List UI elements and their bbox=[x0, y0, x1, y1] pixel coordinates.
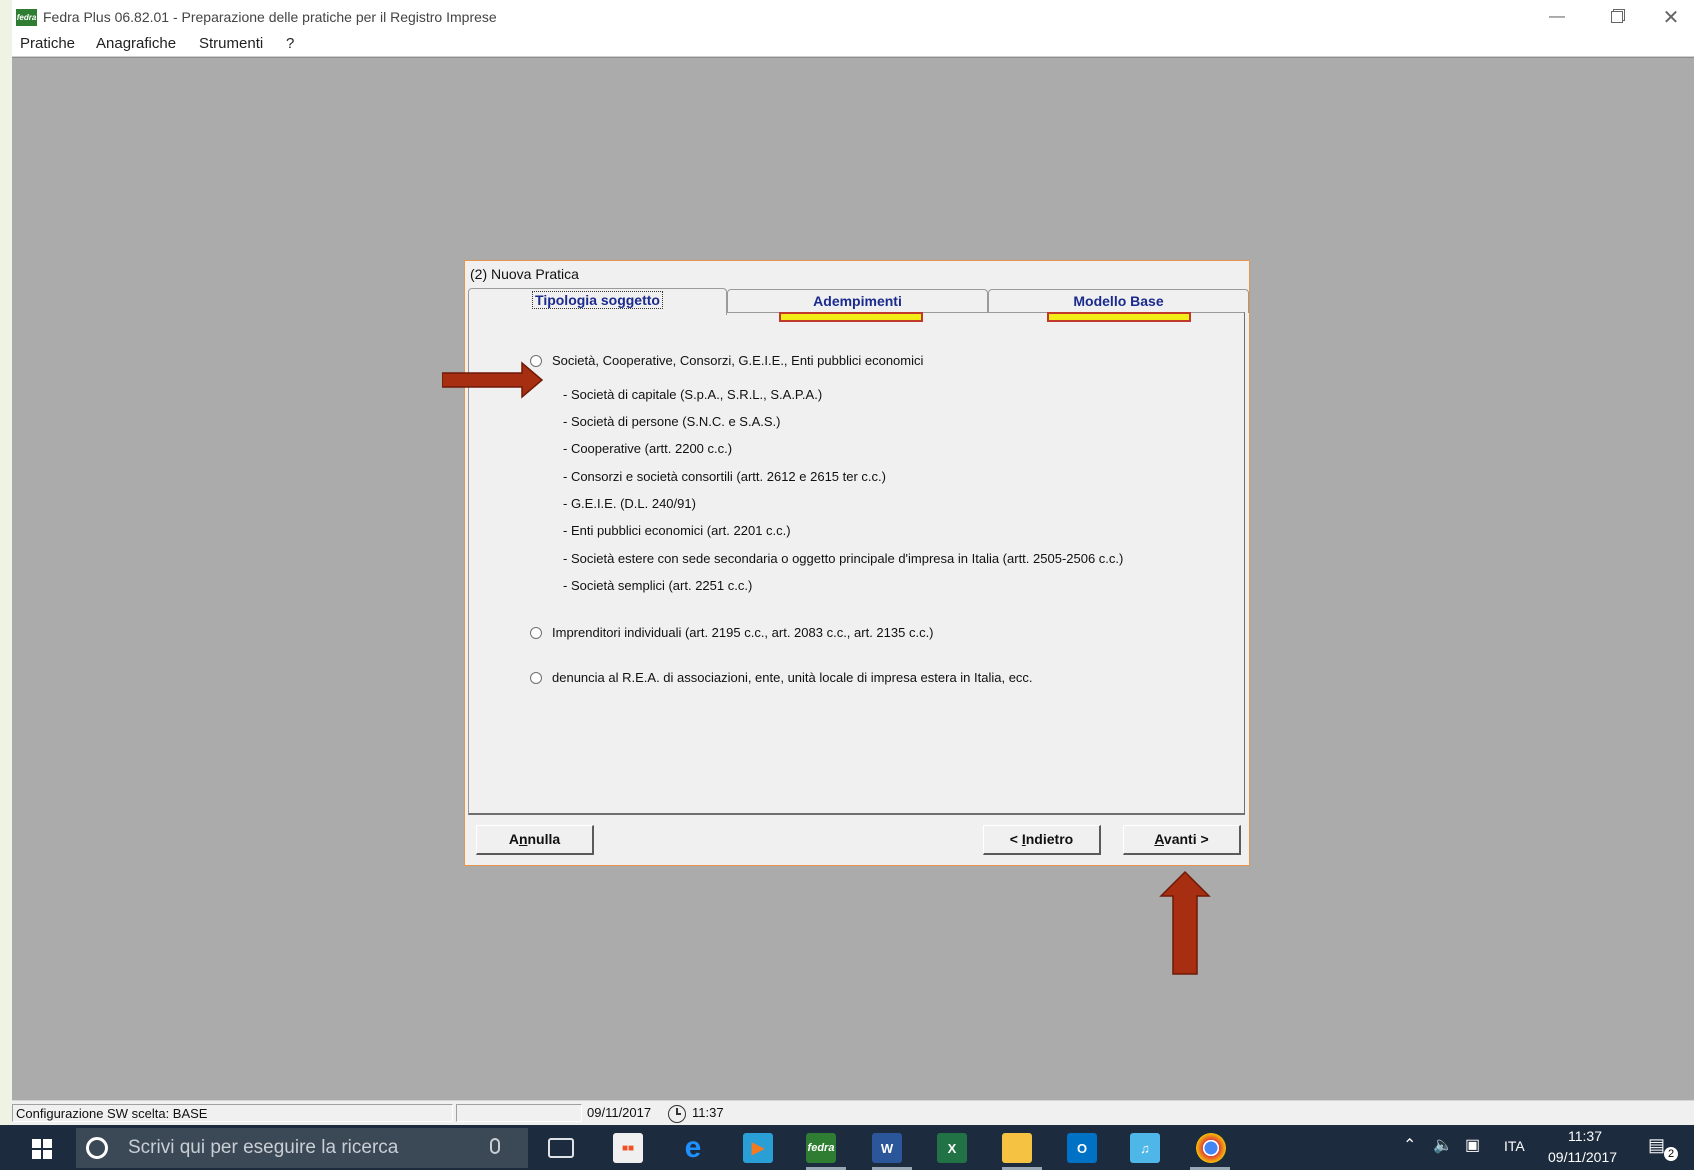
list-item: - Consorzi e società consortili (artt. 2… bbox=[563, 469, 886, 484]
microphone-icon[interactable] bbox=[490, 1138, 500, 1154]
list-item: - Cooperative (artt. 2200 c.c.) bbox=[563, 441, 733, 456]
menu-help[interactable]: ? bbox=[286, 35, 294, 52]
notification-icon[interactable]: ▤ bbox=[1648, 1135, 1665, 1156]
status-empty bbox=[456, 1104, 582, 1122]
tab-adempimenti[interactable]: Adempimenti bbox=[727, 289, 988, 313]
tab-tipologia-soggetto[interactable]: Tipologia soggetto bbox=[468, 288, 727, 315]
store-icon[interactable]: ■■ bbox=[613, 1133, 643, 1163]
restore-icon bbox=[1611, 11, 1623, 23]
restore-button[interactable] bbox=[1594, 3, 1640, 31]
tab-highlight-marker bbox=[1047, 312, 1191, 322]
tray-date[interactable]: 09/11/2017 bbox=[1548, 1149, 1617, 1165]
cortana-icon[interactable] bbox=[86, 1137, 108, 1159]
word-icon[interactable]: W bbox=[872, 1133, 902, 1163]
option-label: Imprenditori individuali (art. 2195 c.c.… bbox=[552, 625, 934, 640]
network-icon[interactable]: ▣ bbox=[1465, 1135, 1480, 1155]
tab-label: Modello Base bbox=[1073, 293, 1164, 309]
task-view-icon[interactable] bbox=[548, 1138, 574, 1158]
option-societa[interactable]: Società, Cooperative, Consorzi, G.E.I.E.… bbox=[530, 353, 923, 368]
taskbar-search-box[interactable]: Scrivi qui per eseguire la ricerca bbox=[76, 1128, 528, 1168]
fedra-icon[interactable]: fedra bbox=[806, 1133, 836, 1163]
chrome-icon[interactable] bbox=[1196, 1133, 1226, 1163]
status-config: Configurazione SW scelta: BASE bbox=[12, 1104, 453, 1122]
file-explorer-icon[interactable] bbox=[1002, 1133, 1032, 1163]
option-imprenditori[interactable]: Imprenditori individuali (art. 2195 c.c.… bbox=[530, 625, 934, 640]
annulla-button[interactable]: Annulla bbox=[476, 825, 594, 855]
media-player-icon[interactable]: ▶ bbox=[743, 1133, 773, 1163]
menu-pratiche[interactable]: Pratiche bbox=[20, 35, 75, 52]
arrow-up-annotation bbox=[1159, 870, 1211, 975]
option-label: denuncia al R.E.A. di associazioni, ente… bbox=[552, 670, 1033, 685]
window-title: Fedra Plus 06.82.01 - Preparazione delle… bbox=[43, 9, 497, 25]
list-item: - Società di capitale (S.p.A., S.R.L., S… bbox=[563, 387, 823, 402]
windows-taskbar: Scrivi qui per eseguire la ricerca ■■ e … bbox=[0, 1125, 1694, 1170]
music-icon[interactable]: ♫ bbox=[1130, 1133, 1160, 1163]
minimize-button[interactable]: — bbox=[1534, 3, 1580, 31]
chevron-up-icon[interactable]: ⌃ bbox=[1403, 1135, 1416, 1155]
search-placeholder: Scrivi qui per eseguire la ricerca bbox=[128, 1137, 399, 1158]
tab-label: Tipologia soggetto bbox=[532, 291, 663, 309]
status-time: 11:37 bbox=[692, 1105, 724, 1120]
radio-denuncia-rea[interactable] bbox=[530, 671, 542, 684]
tab-label: Adempimenti bbox=[813, 293, 902, 309]
fedra-app-icon: fedra bbox=[16, 9, 37, 26]
tab-modello-base[interactable]: Modello Base bbox=[988, 289, 1249, 313]
minimize-icon: — bbox=[1549, 8, 1565, 25]
radio-imprenditori[interactable] bbox=[530, 626, 542, 639]
menu-strumenti[interactable]: Strumenti bbox=[199, 35, 263, 52]
language-indicator[interactable]: ITA bbox=[1504, 1138, 1525, 1154]
system-tray: ⌃ 🔈 ▣ ITA 11:37 09/11/2017 ▤ 2 bbox=[1400, 1125, 1694, 1170]
list-item: - Società semplici (art. 2251 c.c.) bbox=[563, 578, 753, 593]
tray-time[interactable]: 11:37 bbox=[1568, 1128, 1602, 1144]
option-denuncia-rea[interactable]: denuncia al R.E.A. di associazioni, ente… bbox=[530, 670, 1033, 685]
list-item: - Società di persone (S.N.C. e S.A.S.) bbox=[563, 414, 781, 429]
notification-count: 2 bbox=[1664, 1147, 1678, 1161]
close-button[interactable]: ✕ bbox=[1648, 3, 1694, 31]
option-label: Società, Cooperative, Consorzi, G.E.I.E.… bbox=[552, 353, 924, 368]
windows-start-icon[interactable] bbox=[32, 1139, 52, 1159]
avanti-button[interactable]: Avanti > bbox=[1123, 825, 1241, 855]
volume-icon[interactable]: 🔈 bbox=[1433, 1135, 1453, 1155]
status-bar: Configurazione SW scelta: BASE 09/11/201… bbox=[12, 1100, 1694, 1126]
tab-highlight-marker bbox=[779, 312, 923, 322]
title-bar: fedra Fedra Plus 06.82.01 - Preparazione… bbox=[12, 0, 1694, 34]
indietro-button[interactable]: < Indietro bbox=[983, 825, 1101, 855]
edge-icon[interactable]: e bbox=[678, 1131, 708, 1164]
close-icon: ✕ bbox=[1662, 6, 1680, 29]
outlook-icon[interactable]: O bbox=[1067, 1133, 1097, 1163]
nuova-pratica-dialog: (2) Nuova Pratica Tipologia soggetto Ade… bbox=[464, 260, 1250, 866]
excel-icon[interactable]: X bbox=[937, 1133, 967, 1163]
list-item: - G.E.I.E. (D.L. 240/91) bbox=[563, 496, 696, 511]
status-date: 09/11/2017 bbox=[587, 1105, 652, 1120]
menu-anagrafiche[interactable]: Anagrafiche bbox=[96, 35, 176, 52]
dialog-title: (2) Nuova Pratica bbox=[470, 266, 579, 282]
arrow-right-annotation bbox=[442, 361, 544, 399]
list-item: - Società estere con sede secondaria o o… bbox=[563, 551, 1124, 566]
list-item: - Enti pubblici economici (art. 2201 c.c… bbox=[563, 523, 791, 538]
menu-bar: Pratiche Anagrafiche Strumenti ? bbox=[12, 34, 1694, 57]
tab-panel: Società, Cooperative, Consorzi, G.E.I.E.… bbox=[468, 312, 1245, 815]
clock-icon bbox=[668, 1105, 686, 1123]
